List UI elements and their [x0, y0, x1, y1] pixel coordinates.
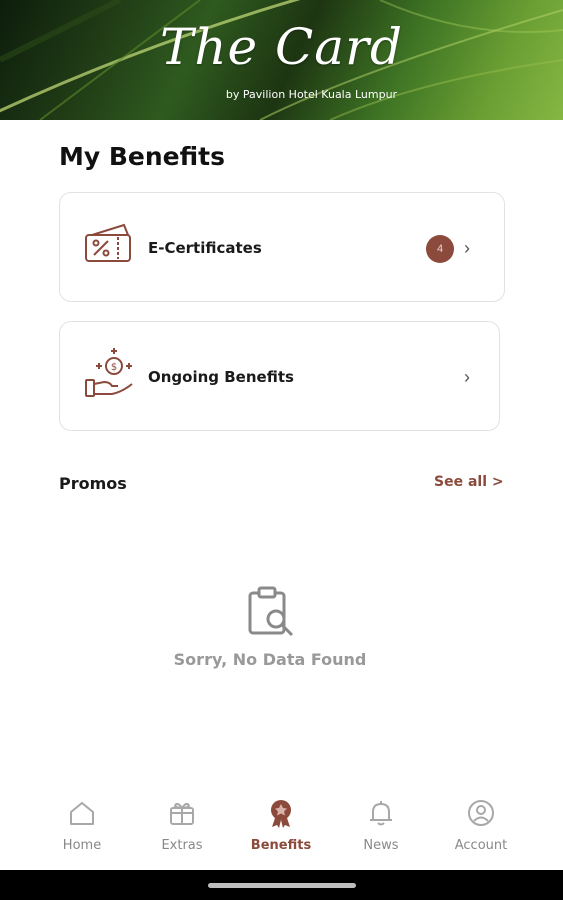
nav-label-extras: Extras [161, 838, 203, 853]
promos-heading: Promos [59, 474, 127, 493]
empty-state-message: Sorry, No Data Found [173, 650, 367, 669]
chevron-right-icon: › [464, 238, 470, 258]
nav-item-account[interactable]: Account [431, 798, 531, 860]
bell-icon [370, 801, 392, 826]
brand-subtitle: by Pavilion Hotel Kuala Lumpur [225, 88, 398, 101]
nav-item-home[interactable]: Home [32, 798, 132, 860]
ongoing-benefits-label: Ongoing Benefits [148, 368, 294, 386]
home-icon [70, 802, 94, 825]
gift-icon [170, 802, 194, 825]
see-all-link[interactable]: See all > [434, 474, 504, 490]
nav-item-extras[interactable]: Extras [132, 798, 232, 860]
e-certificates-card[interactable]: E-Certificates 4 › [59, 192, 505, 302]
nav-item-news[interactable]: News [331, 798, 431, 860]
brand-title: The Card [159, 18, 403, 76]
e-certificates-count-badge: 4 [426, 235, 454, 263]
page-title: My Benefits [59, 142, 226, 171]
nav-label-home: Home [62, 838, 102, 853]
nav-label-account: Account [454, 838, 508, 853]
home-gesture-handle[interactable] [208, 883, 356, 888]
e-certificates-label: E-Certificates [148, 239, 262, 257]
clipboard-search-icon [248, 586, 294, 637]
nav-item-benefits[interactable]: Benefits [231, 798, 331, 860]
nav-label-benefits: Benefits [250, 838, 312, 853]
account-icon [468, 800, 494, 826]
system-navigation-bar [0, 870, 563, 900]
svg-text:$: $ [111, 362, 117, 373]
header-banner: The Card by Pavilion Hotel Kuala Lumpur [0, 0, 563, 120]
bottom-navigation: Home Extras Benefits News Account [0, 790, 563, 870]
badge-icon [271, 800, 291, 828]
discount-ticket-icon [85, 223, 131, 262]
money-hand-icon: $ [85, 348, 133, 397]
chevron-right-icon: › [464, 367, 470, 387]
nav-label-news: News [363, 838, 399, 853]
ongoing-benefits-card[interactable]: $ Ongoing Benefits › [59, 321, 500, 431]
